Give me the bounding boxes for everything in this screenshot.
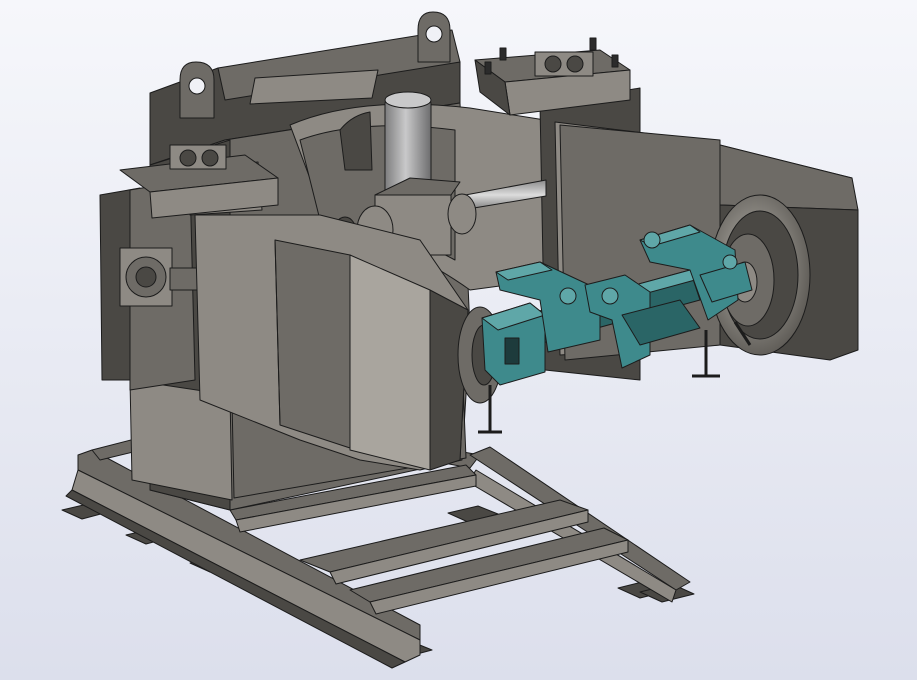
lifting-eye-right bbox=[417, 11, 451, 63]
lifting-eye-left bbox=[179, 61, 215, 119]
cad-viewport bbox=[0, 0, 917, 680]
positioner-model bbox=[0, 0, 917, 680]
